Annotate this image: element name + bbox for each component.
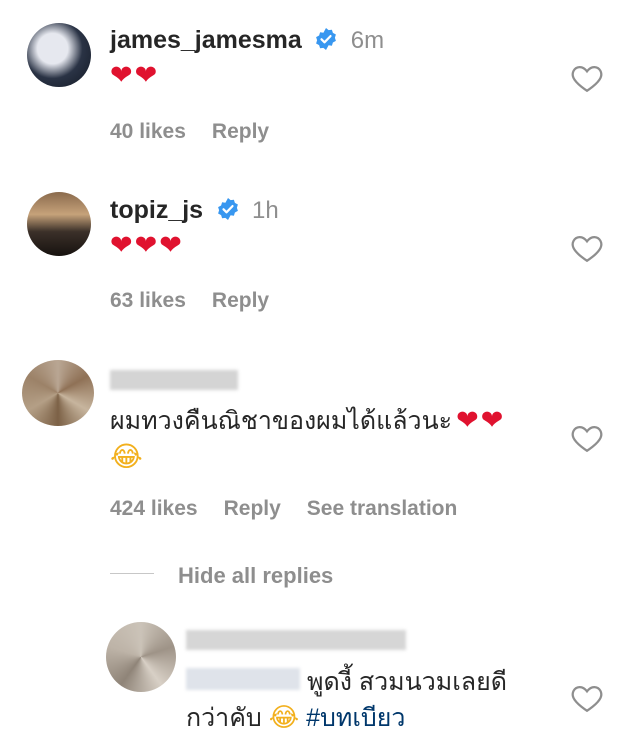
likes-count[interactable]: 40 likes: [110, 120, 186, 143]
comment-header: james_jamesma 6m: [110, 26, 384, 55]
avatar-james[interactable]: [27, 23, 91, 87]
reply-text-line2: กว่าคับ 😂 #บทเบียว: [186, 700, 405, 736]
timestamp: 6m: [350, 27, 385, 54]
see-translation-button[interactable]: See translation: [307, 497, 458, 520]
comment-text: ❤❤: [110, 60, 159, 91]
username[interactable]: james_jamesma: [110, 26, 302, 54]
comment-text-hearts: ❤❤❤: [110, 230, 184, 260]
username-blurred[interactable]: [186, 630, 406, 650]
mention-blurred[interactable]: [186, 668, 300, 690]
comment-text: ❤❤❤: [110, 230, 184, 261]
hide-all-replies-button[interactable]: Hide all replies: [178, 563, 333, 589]
verified-badge-icon: [217, 198, 238, 220]
reply-text-line1: พูดงี้ สวมนวมเลยดี: [307, 668, 507, 696]
username-blurred[interactable]: [110, 370, 238, 390]
comment-text: ผมทวงคืนณิชาของผมได้แล้วนะ ❤❤: [110, 402, 505, 439]
username[interactable]: topiz_js: [110, 196, 203, 224]
heart-outline-icon[interactable]: [569, 231, 605, 265]
comment-meta: 40 likes Reply: [110, 120, 295, 144]
comment-meta: 424 likes Reply See translation: [110, 497, 483, 521]
verified-badge-icon: [316, 28, 337, 50]
hashtag-link[interactable]: #บทเบียว: [306, 704, 405, 732]
heart-outline-icon[interactable]: [569, 421, 605, 455]
heart-outline-icon[interactable]: [569, 61, 605, 95]
comment-text-line1: ผมทวงคืนณิชาของผมได้แล้วนะ: [110, 407, 453, 435]
laughing-emoji-icon: 😂: [268, 703, 300, 733]
comment-hearts: ❤❤: [456, 405, 506, 435]
timestamp: 1h: [251, 197, 279, 224]
comment-text-hearts: ❤❤: [110, 60, 160, 90]
laughing-emoji-icon: 😂: [110, 440, 143, 473]
avatar-topiz[interactable]: [27, 192, 91, 256]
comment-meta: 63 likes Reply: [110, 289, 295, 313]
comment-header: topiz_js 1h: [110, 196, 279, 225]
reply-text-part: กว่าคับ: [186, 704, 262, 732]
likes-count[interactable]: 63 likes: [110, 289, 186, 312]
reply-button[interactable]: Reply: [212, 289, 269, 312]
avatar-blurred[interactable]: [22, 360, 94, 426]
reply-button[interactable]: Reply: [212, 120, 269, 143]
reply-button[interactable]: Reply: [224, 497, 281, 520]
likes-count[interactable]: 424 likes: [110, 497, 198, 520]
replies-divider: [110, 573, 154, 574]
avatar-blurred[interactable]: [106, 622, 176, 692]
comment-emoji-line: 😂: [110, 440, 143, 473]
heart-outline-icon[interactable]: [569, 681, 605, 715]
